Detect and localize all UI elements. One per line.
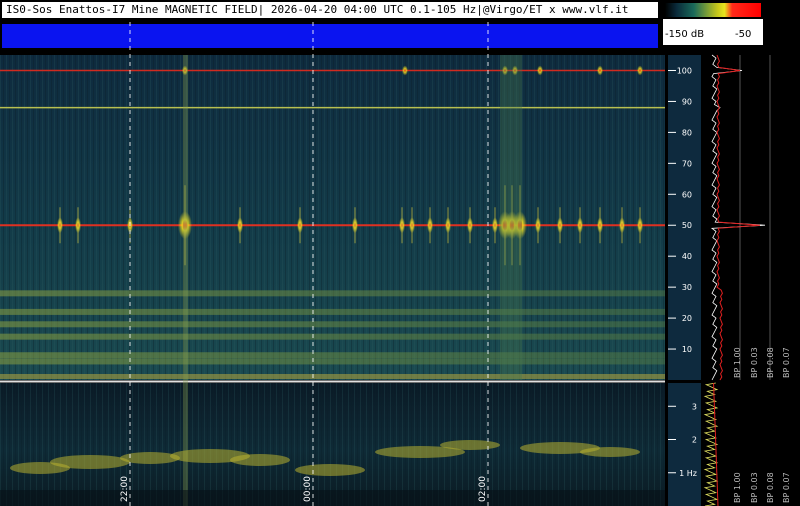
burst-100-1 bbox=[402, 65, 408, 76]
burst-100-5 bbox=[597, 65, 603, 76]
time-tick-label: 00:00 bbox=[303, 476, 313, 502]
lower-blob-5 bbox=[295, 464, 365, 476]
upper-tick-label: 70 bbox=[682, 159, 692, 168]
burst-100-4 bbox=[537, 65, 543, 76]
lower-tick-label: 3 bbox=[692, 402, 697, 411]
lower-blob-1 bbox=[50, 455, 130, 469]
spectrogram-screen: IS0-Sos Enattos-I7 Mine MAGNETIC FIELD| … bbox=[0, 0, 800, 506]
band-6hz bbox=[0, 358, 665, 365]
lower-blob-4 bbox=[230, 454, 290, 466]
lower-blob-2 bbox=[120, 452, 180, 464]
band-18hz bbox=[0, 321, 665, 328]
band-28hz bbox=[0, 290, 665, 297]
upper-panel-texture bbox=[0, 55, 665, 380]
band-8hz bbox=[0, 352, 665, 359]
broadband-column bbox=[500, 55, 522, 380]
lower-blob-7 bbox=[440, 440, 500, 450]
band-22hz bbox=[0, 308, 665, 315]
upper-tick-label: 10 bbox=[682, 345, 692, 354]
upper-tick-label: 60 bbox=[682, 190, 692, 199]
lower-tick-label: 2 bbox=[692, 436, 697, 445]
lower-bp-label: BP 0.08 bbox=[766, 472, 775, 503]
upper-bp-label: BP 0.03 bbox=[750, 347, 759, 378]
upper-bp-label: BP 0.08 bbox=[766, 347, 775, 378]
upper-tick-label: 40 bbox=[682, 252, 692, 261]
upper-tick-label: 20 bbox=[682, 314, 692, 323]
lower-blob-9 bbox=[580, 447, 640, 457]
spectrogram-plot: 10 20 30 40 50 60 70 80 90 100 1 Hz 2 3 BP 1.00 BP 0… bbox=[0, 22, 800, 506]
lower-bp-label: BP 0.07 bbox=[782, 472, 791, 503]
upper-tick-label: 90 bbox=[682, 97, 692, 106]
upper-tick-label: 80 bbox=[682, 128, 692, 137]
upper-tick-label: 100 bbox=[677, 66, 692, 75]
lower-floor bbox=[0, 490, 665, 506]
upper-tick-label: 50 bbox=[682, 221, 692, 230]
band-low bbox=[0, 374, 665, 379]
broadband-column-2 bbox=[183, 55, 188, 506]
burst-100-6 bbox=[637, 65, 643, 76]
band-14hz bbox=[0, 333, 665, 340]
time-tick-label: 22:00 bbox=[120, 476, 130, 502]
upper-bp-label: BP 1.00 bbox=[733, 347, 742, 378]
upper-bp-label: BP 0.07 bbox=[782, 347, 791, 378]
lower-bp-label: BP 1.00 bbox=[733, 472, 742, 503]
lower-bp-label: BP 0.03 bbox=[750, 472, 759, 503]
upper-tick-label: 30 bbox=[682, 283, 692, 292]
lower-tick-label: 1 Hz bbox=[679, 469, 697, 478]
time-tick-label: 02:00 bbox=[478, 476, 488, 502]
